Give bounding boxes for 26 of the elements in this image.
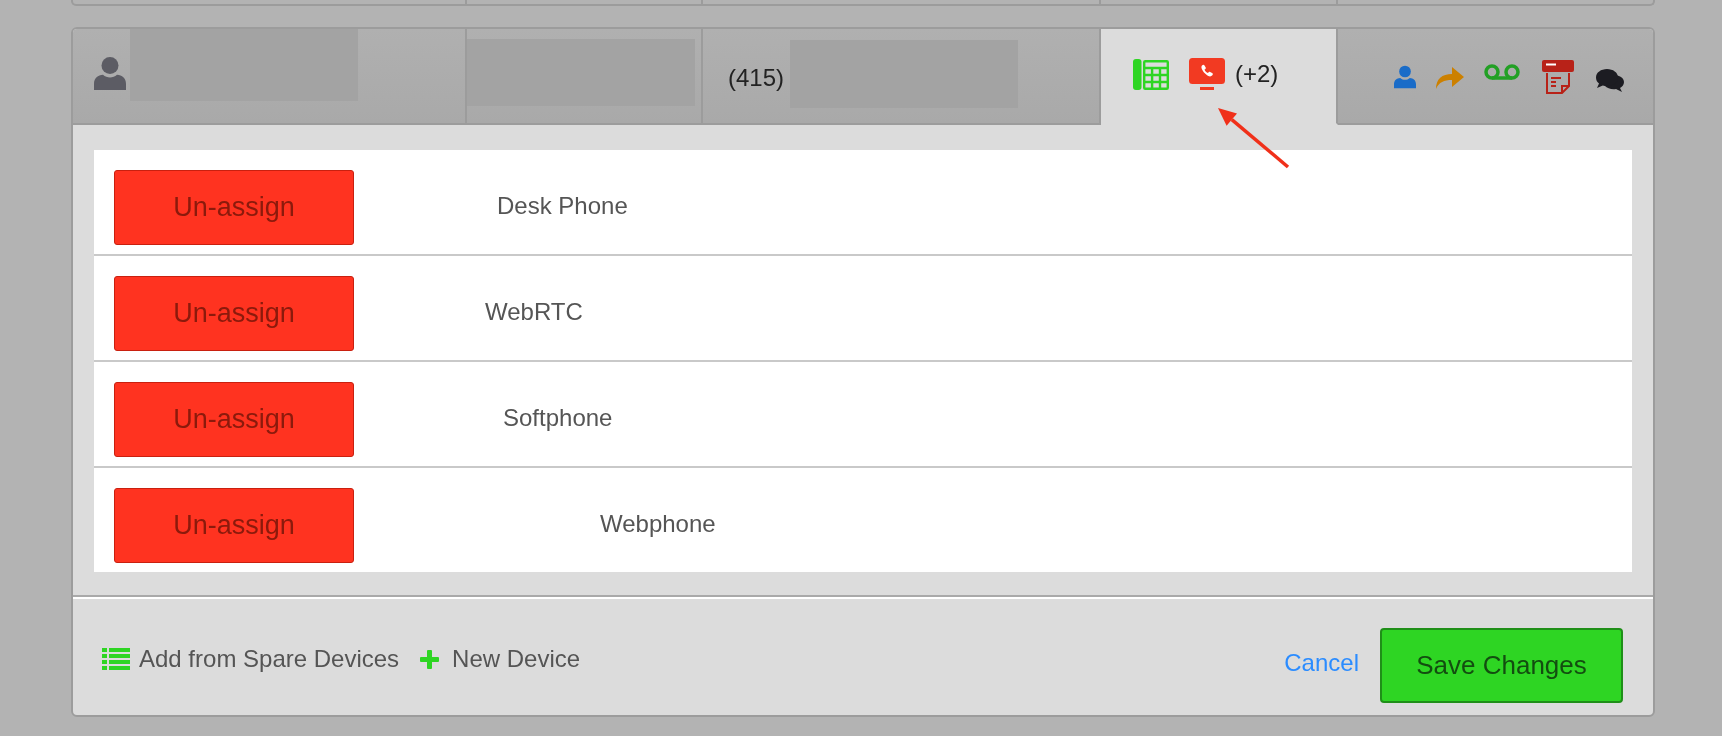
list-icon [102,648,130,670]
chat-bubbles-icon [1596,68,1624,92]
voicemail-icon [1484,64,1520,80]
tab[interactable] [73,29,467,125]
plus-icon [420,649,440,669]
person-icon [1394,65,1416,89]
device-name: WebRTC [485,298,583,326]
unassign-button[interactable]: Un-assign [114,169,354,245]
add-from-spare-link[interactable]: Add from Spare Devices [102,645,400,673]
annotation-arrow [1218,108,1290,169]
unassign-button[interactable]: Un-assign [114,487,354,563]
tab[interactable]: (415) [703,29,1101,125]
device-name: Webphone [600,510,716,538]
forward-arrow-icon [1436,65,1464,89]
new-device-link[interactable]: New Device [420,645,581,673]
person-icon [94,56,126,90]
device-name: Softphone [503,404,613,432]
tab[interactable] [467,29,703,125]
monitor-phone-icon [1189,58,1225,90]
desk-phone-icon [1133,58,1169,90]
tab[interactable] [1338,29,1653,125]
device-name: Desk Phone [497,192,628,220]
unassign-button[interactable]: Un-assign [114,381,354,457]
unassign-button[interactable]: Un-assign [114,275,354,351]
fax-icon [1542,60,1574,94]
save-changes-button[interactable]: Save Changes [1380,627,1623,703]
